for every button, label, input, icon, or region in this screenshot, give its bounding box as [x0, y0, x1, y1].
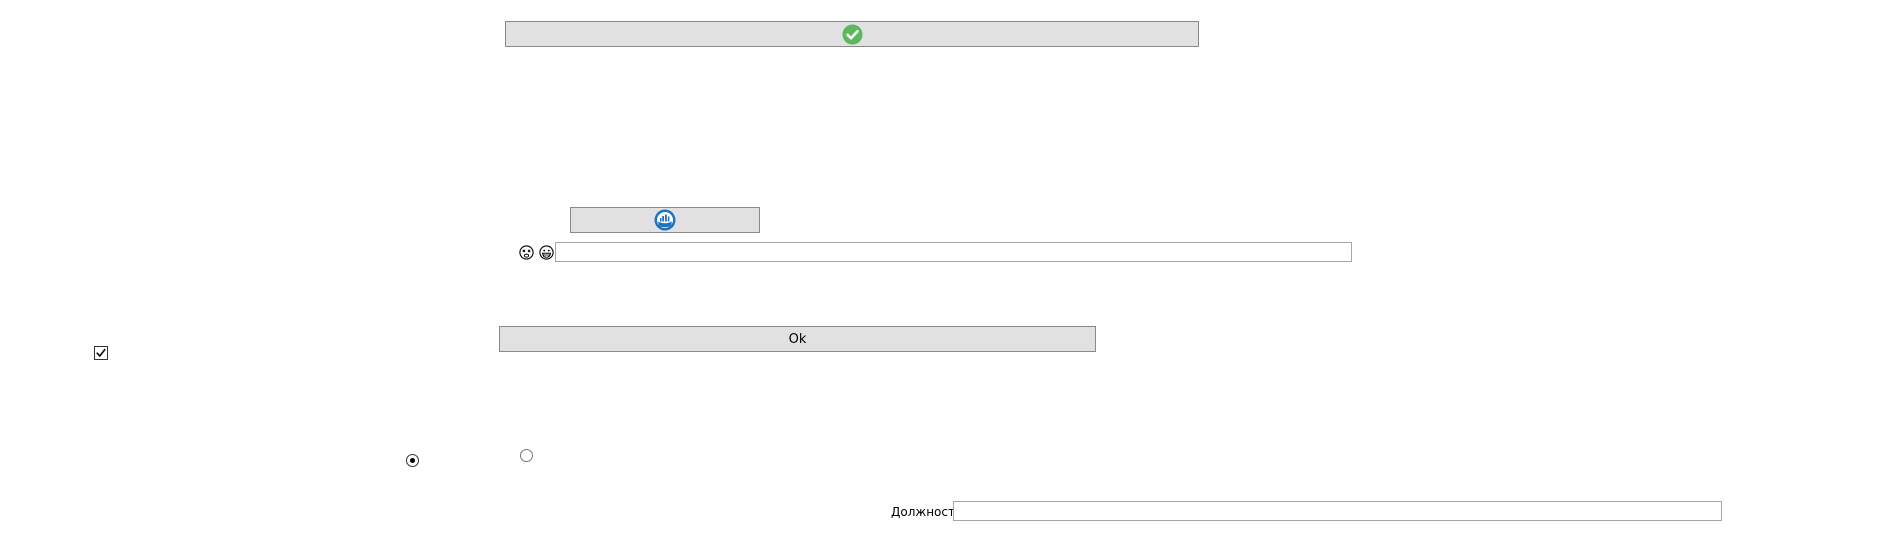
- checkmark-icon: [96, 348, 106, 357]
- ok-button[interactable]: Ok: [499, 326, 1096, 352]
- radio-option-2[interactable]: [520, 449, 533, 462]
- position-input[interactable]: [953, 501, 1722, 521]
- confirm-icon-button[interactable]: [505, 21, 1199, 47]
- ship-badge-icon: [654, 209, 676, 231]
- checkbox[interactable]: [94, 346, 108, 360]
- ok-button-label: Ok: [788, 331, 807, 347]
- check-circle-icon: [842, 24, 863, 45]
- ship-icon-button[interactable]: [570, 207, 760, 233]
- dizzy-face-icon: [519, 245, 534, 260]
- form-canvas: Ok Должность: [0, 0, 1881, 560]
- radio-selected-dot: [410, 458, 415, 463]
- grinning-face-icon: [539, 245, 554, 260]
- emoji-text-input[interactable]: [555, 242, 1352, 262]
- radio-option-1[interactable]: [406, 454, 419, 467]
- position-label: Должность: [891, 505, 963, 519]
